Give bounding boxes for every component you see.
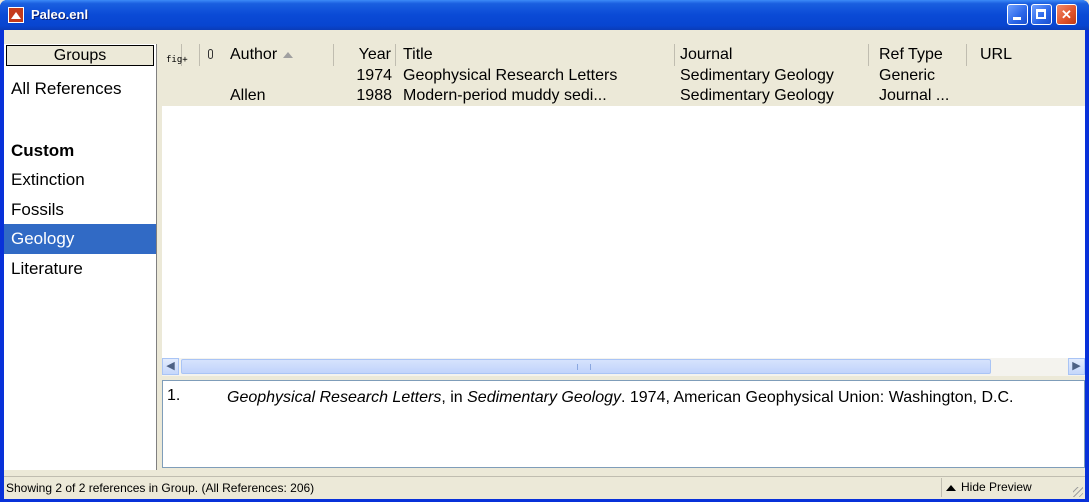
groups-header[interactable]: Groups	[6, 45, 154, 66]
resize-grip-icon[interactable]	[1073, 487, 1083, 497]
preview-number: 1.	[167, 387, 181, 404]
preview-sep: , in	[441, 389, 468, 406]
preview-journal: Sedimentary Geology	[467, 389, 621, 406]
column-header-bar: fig+ Author Year Title Journal Ref Type …	[162, 44, 1085, 67]
preview-pane[interactable]: 1. Geophysical Research Letters, in Sedi…	[162, 380, 1085, 468]
column-author[interactable]: Author	[200, 44, 334, 66]
table-row[interactable]: 1974 Geophysical Research Letters Sedime…	[162, 66, 1085, 86]
column-year-label: Year	[358, 46, 391, 63]
window-title: Paleo.enl	[31, 7, 89, 22]
groups-pane: Groups All References Custom Extinction …	[4, 44, 157, 470]
scroll-right-button[interactable]: ▶	[1068, 358, 1085, 375]
cell-title: Modern-period muddy sedi...	[403, 87, 607, 104]
chevron-right-icon: ▶	[1072, 360, 1081, 372]
group-all-references[interactable]: All References	[4, 74, 156, 104]
column-journal[interactable]: Journal	[675, 44, 869, 66]
scroll-left-button[interactable]: ◀	[162, 358, 179, 375]
group-header-custom[interactable]: Custom	[4, 136, 156, 166]
cell-year: 1988	[356, 87, 392, 104]
group-geology[interactable]: Geology	[4, 224, 156, 254]
close-button[interactable]: ✕	[1056, 4, 1077, 25]
cell-title: Geophysical Research Letters	[403, 67, 618, 84]
maximize-button[interactable]	[1031, 4, 1052, 25]
group-literature[interactable]: Literature	[4, 254, 156, 284]
status-bar: Showing 2 of 2 references in Group. (All…	[4, 476, 1085, 499]
reference-list: fig+ Author Year Title Journal Ref Type …	[162, 44, 1085, 376]
cell-year: 1974	[356, 67, 392, 84]
cell-reftype: Journal ...	[879, 87, 950, 104]
column-url-label: URL	[980, 46, 1013, 63]
cell-journal: Sedimentary Geology	[680, 87, 834, 104]
table-row[interactable]: Allen 1988 Modern-period muddy sedi... S…	[162, 86, 1085, 106]
title-bar[interactable]: Paleo.enl ✕	[0, 0, 1089, 30]
close-icon: ✕	[1061, 7, 1072, 22]
scrollbar-thumb[interactable]	[181, 359, 991, 374]
group-extinction[interactable]: Extinction	[4, 165, 156, 195]
endnote-app-icon	[8, 7, 24, 23]
preview-citation: Geophysical Research Letters, in Sedimen…	[227, 387, 1067, 408]
column-title-label: Title	[403, 46, 433, 63]
column-title[interactable]: Title	[396, 44, 675, 66]
client-area: Groups All References Custom Extinction …	[4, 30, 1085, 499]
column-journal-label: Journal	[680, 46, 733, 63]
arrow-up-icon	[946, 484, 956, 491]
cell-author: Allen	[230, 87, 266, 104]
maximize-icon	[1036, 9, 1046, 19]
column-attachment[interactable]	[182, 44, 213, 66]
preview-title: Geophysical Research Letters	[227, 389, 442, 406]
column-reftype-label: Ref Type	[879, 46, 943, 63]
group-fossils[interactable]: Fossils	[4, 195, 156, 225]
hide-preview-button[interactable]: Hide Preview	[941, 478, 1063, 497]
column-year[interactable]: Year	[334, 44, 396, 66]
sort-ascending-icon	[283, 51, 294, 58]
column-reftype[interactable]: Ref Type	[869, 44, 967, 66]
status-text: Showing 2 of 2 references in Group. (All…	[6, 481, 315, 495]
preview-rest: . 1974, American Geophysical Union: Wash…	[620, 389, 1014, 406]
minimize-button[interactable]	[1007, 4, 1028, 25]
reference-rows: 1974 Geophysical Research Letters Sedime…	[162, 66, 1085, 106]
hide-preview-label: Hide Preview	[961, 480, 1032, 494]
chevron-left-icon: ◀	[166, 360, 175, 372]
scrollbar-grip-icon	[577, 364, 591, 370]
cell-reftype: Generic	[879, 67, 936, 84]
cell-journal: Sedimentary Geology	[680, 67, 834, 84]
minimize-icon	[1013, 17, 1021, 20]
column-figure[interactable]: fig+	[162, 44, 188, 66]
column-url[interactable]: URL	[967, 44, 1085, 66]
column-author-label: Author	[230, 46, 278, 63]
horizontal-scrollbar[interactable]: ◀ ▶	[162, 358, 1085, 376]
endnote-window: Paleo.enl ✕ Groups All References Custom…	[0, 0, 1089, 502]
